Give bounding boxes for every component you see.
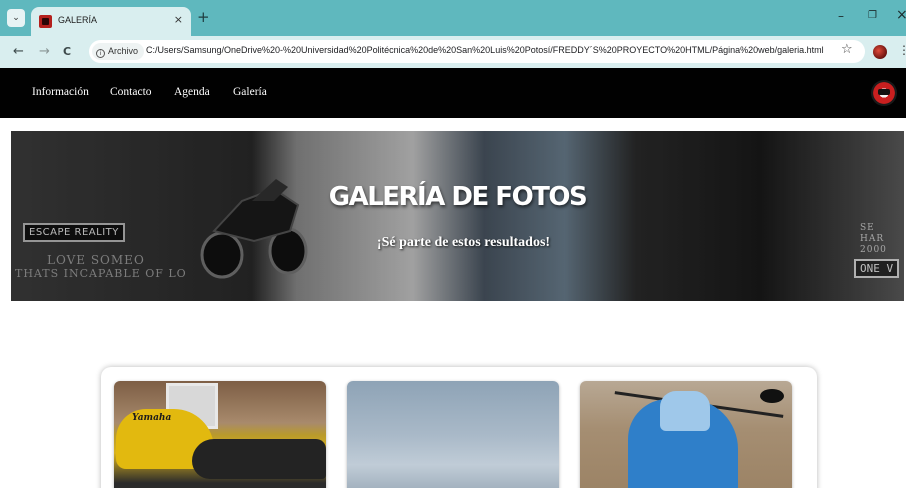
- site-logo[interactable]: [871, 80, 897, 106]
- hero-title: GALERÍA DE FOTOS: [328, 182, 588, 212]
- bookmark-star-icon[interactable]: ☆: [841, 42, 853, 58]
- gallery-photo-sky[interactable]: [347, 381, 559, 488]
- window-restore-button[interactable]: ❐: [868, 10, 877, 21]
- tab-title: GALERÍA: [58, 15, 98, 25]
- tab-search-button[interactable]: ⌄: [7, 9, 25, 27]
- photo-brand-decal: Yamaha: [132, 413, 172, 423]
- profile-avatar[interactable]: [873, 45, 887, 59]
- address-bar[interactable]: i Archivo C:/Users/Samsung/OneDrive%20-%2…: [89, 40, 865, 63]
- hero-subtitle: ¡Sé parte de estos resultados!: [376, 235, 551, 250]
- nav-link-agenda[interactable]: Agenda: [174, 86, 210, 98]
- gallery-photo-yellow-motorcycle[interactable]: Yamaha: [114, 381, 326, 488]
- hero-banner: ESCAPE REALITY LOVE SOMEO THATS INCAPABL…: [11, 131, 904, 301]
- gallery-photo-blue-scooter[interactable]: [580, 381, 792, 488]
- site-info-label: Archivo: [108, 46, 139, 56]
- browser-menu-icon[interactable]: ⋮: [898, 43, 906, 57]
- nav-link-contacto[interactable]: Contacto: [110, 86, 152, 98]
- site-favicon-icon: [39, 15, 52, 28]
- browser-tabstrip: ⌄ GALERÍA × + – ❐ ×: [0, 0, 906, 36]
- browser-toolbar: ← → C i Archivo C:/Users/Samsung/OneDrive…: [0, 36, 906, 68]
- tab-close-icon[interactable]: ×: [174, 13, 183, 26]
- photo-mirror: [760, 389, 784, 403]
- site-navbar: Información Contacto Agenda Galería: [0, 68, 906, 118]
- hero-overlay: [11, 131, 904, 301]
- back-arrow-icon[interactable]: ←: [13, 44, 24, 60]
- forward-arrow-icon[interactable]: →: [39, 44, 50, 60]
- info-icon: i: [96, 49, 105, 58]
- nav-link-galeria[interactable]: Galería: [233, 86, 267, 98]
- window-minimize-button[interactable]: –: [838, 9, 844, 23]
- url-text[interactable]: C:/Users/Samsung/OneDrive%20-%20Universi…: [146, 45, 824, 55]
- photo-seat: [192, 439, 326, 479]
- site-info-chip[interactable]: i Archivo: [92, 43, 145, 60]
- chevron-down-icon: ⌄: [12, 13, 20, 23]
- browser-tab-galeria[interactable]: GALERÍA ×: [31, 7, 191, 36]
- photo-windshield: [660, 391, 710, 431]
- nav-link-informacion[interactable]: Información: [32, 86, 89, 98]
- new-tab-button[interactable]: +: [197, 10, 210, 25]
- window-close-button[interactable]: ×: [896, 7, 906, 23]
- reload-icon[interactable]: C: [63, 44, 71, 60]
